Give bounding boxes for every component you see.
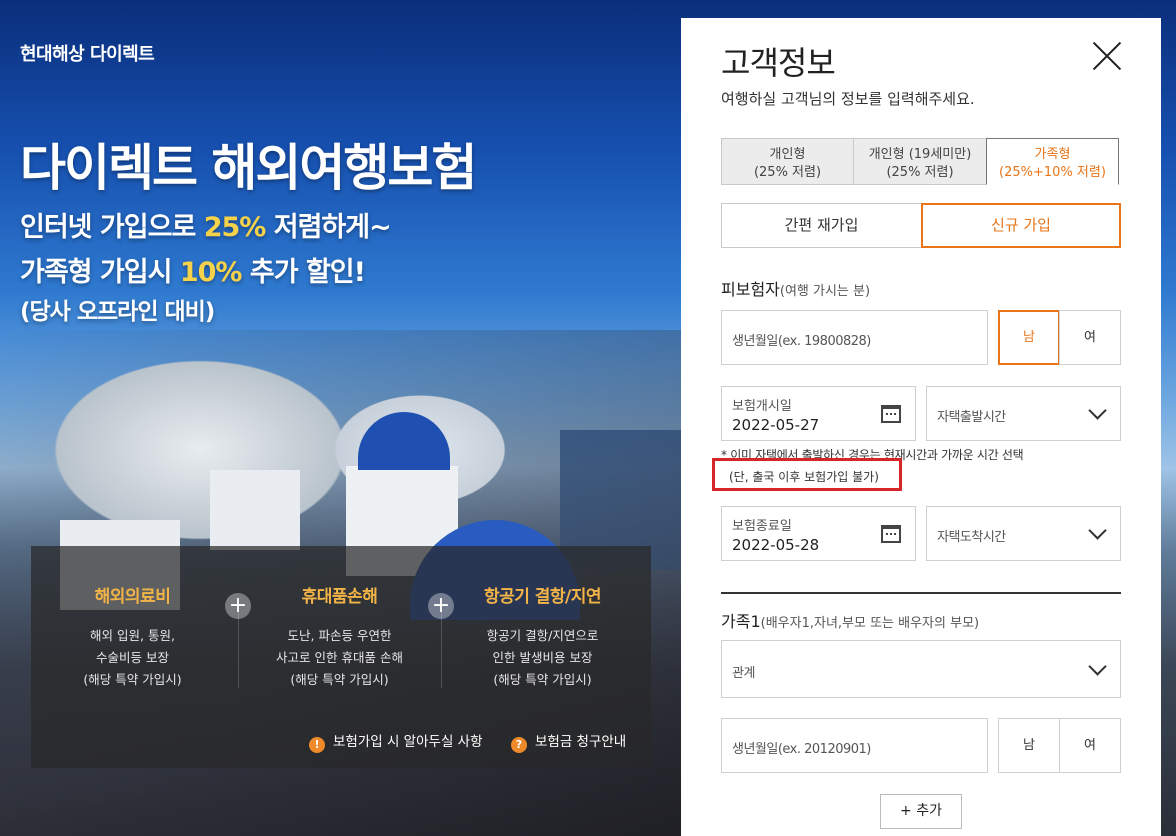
relation-placeholder: 관계 [732,666,755,681]
benefit-desc: 도난, 파손등 우연한 사고로 인한 휴대품 손해 (해당 특약 가입시) [276,628,403,687]
benefit-title: 항공기 결항/지연 [483,587,602,607]
start-date-value: 2022-05-27 [732,416,820,434]
end-date-value: 2022-05-28 [732,536,820,554]
benefit-desc: 해외 입원, 통원, 수술비등 보장 (해당 특약 가입시) [83,628,182,687]
birth-placeholder: 생년월일(ex. 19800828) [732,334,871,349]
departure-note-2: (단, 출국 이후 보험가입 불가) [729,470,879,484]
benefit-title: 해외의료비 [94,587,171,607]
chevron-down-icon [1088,521,1107,540]
start-date-field[interactable]: 보험개시일 2022-05-27 [721,386,916,441]
rejoin-button[interactable]: 간편 재가입 [721,203,922,248]
family-label: 가족1(배우자1,자녀,부모 또는 배우자의 부모) [721,612,980,631]
tab-individual-minor[interactable]: 개인형 (19세미만) (25% 저렴) [853,138,987,185]
brand-logo[interactable]: 현대해상 다이렉트 [20,40,155,66]
chevron-down-icon [1088,401,1107,420]
chevron-down-icon [1088,657,1107,676]
departure-time-select[interactable]: 자택출발시간 [926,386,1121,441]
insured-label: 피보험자(여행 가시는 분) [721,280,871,299]
family-female-button[interactable]: 여 [1059,718,1121,773]
family-male-button[interactable]: 남 [998,718,1060,773]
departure-time-placeholder: 자택출발시간 [937,410,1006,425]
panel-desc: 여행하실 고객님의 정보를 입력해주세요. [721,90,975,108]
benefit-belongings: 휴대품손해 도난, 파손등 우연한 사고로 인한 휴대품 손해 (해당 특약 가… [238,546,441,696]
benefit-desc: 항공기 결항/지연으로 인한 발생비용 보장 (해당 특약 가입시) [486,628,599,687]
benefit-medical: 해외의료비 해외 입원, 통원, 수술비등 보장 (해당 특약 가입시) [31,546,234,696]
arrival-time-select[interactable]: 자택도착시간 [926,506,1121,561]
family-birth-placeholder: 생년월일(ex. 20120901) [732,742,871,757]
white-house [210,470,300,550]
question-icon: ? [511,737,527,753]
customer-info-panel: 고객정보 여행하실 고객님의 정보를 입력해주세요. 개인형 (25% 저렴) 개… [681,18,1161,836]
birth-input[interactable]: 생년월일(ex. 19800828) [721,310,988,365]
benefit-title: 휴대품손해 [301,587,378,607]
exclamation-icon: ! [309,737,325,753]
start-date-label: 보험개시일 [732,399,792,414]
hero-line-3: (당사 오프라인 대비) [20,299,215,325]
plan-tabs: 개인형 (25% 저렴) 개인형 (19세미만) (25% 저렴) 가족형 (25%+… [721,138,1119,186]
close-icon[interactable] [1091,40,1123,72]
hero-line-2: 가족형 가입시 10% 추가 할인! [20,257,366,288]
tab-family[interactable]: 가족형 (25%+10% 저렴) [986,138,1119,185]
tab-individual[interactable]: 개인형 (25% 저렴) [721,138,854,185]
relation-select[interactable]: 관계 [721,640,1121,698]
benefit-flight: 항공기 결항/지연 항공기 결항/지연으로 인한 발생비용 보장 (해당 특약 … [441,546,644,696]
hero-line-1: 인터넷 가입으로 25% 저렴하게~ [20,212,392,243]
section-divider [721,592,1121,594]
calendar-icon[interactable] [881,525,901,543]
end-date-field[interactable]: 보험종료일 2022-05-28 [721,506,916,561]
arrival-time-placeholder: 자택도착시간 [937,530,1006,545]
end-date-label: 보험종료일 [732,519,792,534]
notice-link[interactable]: ! 보험가입 시 알아두실 사항 [309,730,483,753]
panel-title: 고객정보 [721,44,836,82]
female-button[interactable]: 여 [1059,310,1121,365]
calendar-icon[interactable] [881,405,901,423]
add-family-button[interactable]: + 추가 [880,794,962,829]
claim-link[interactable]: ? 보험금 청구안내 [511,730,626,753]
benefits-box: 해외의료비 해외 입원, 통원, 수술비등 보장 (해당 특약 가입시) + 휴… [31,546,651,768]
family-birth-input[interactable]: 생년월일(ex. 20120901) [721,718,988,773]
male-button[interactable]: 남 [998,310,1060,365]
hero-title: 다이렉트 해외여행보험 [20,139,477,197]
new-join-button[interactable]: 신규 가입 [921,203,1121,248]
